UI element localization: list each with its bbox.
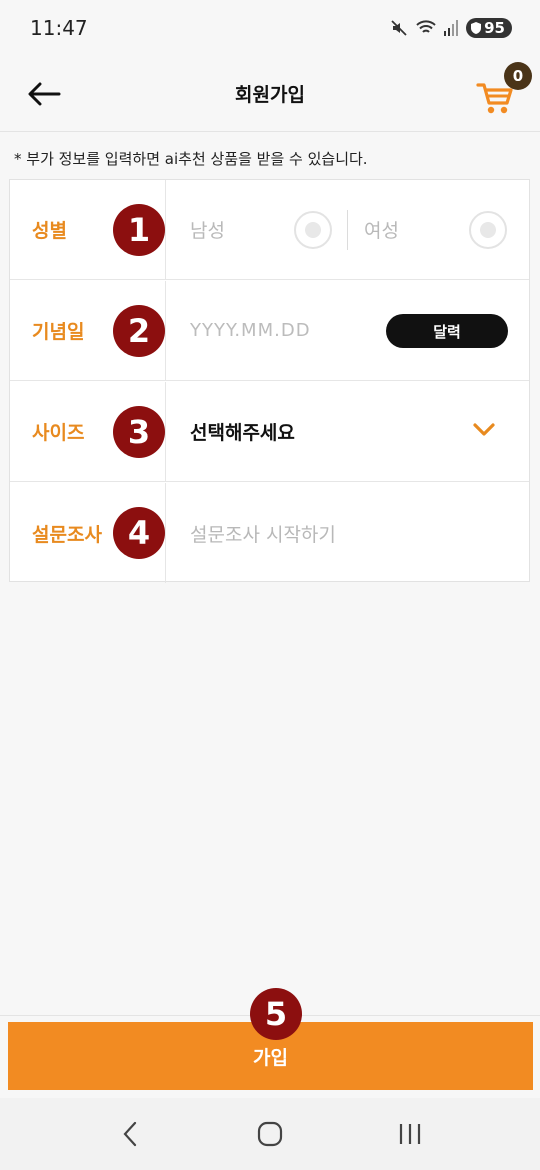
anniversary-row: 기념일 2 YYYY.MM.DD 달력 [10,281,529,381]
size-select[interactable]: 선택해주세요 [190,382,295,481]
step-badge-4: 4 [113,507,165,559]
chevron-down-icon[interactable] [472,421,496,437]
gender-female-radio[interactable] [469,211,507,249]
status-bar: 11:47 95 [0,0,540,56]
status-time: 11:47 [30,16,88,40]
step-badge-1: 1 [113,204,165,256]
calendar-button[interactable]: 달력 [386,314,508,348]
step-badge-3: 3 [113,406,165,458]
gender-male-radio[interactable] [294,211,332,249]
back-button[interactable] [24,74,64,114]
size-row[interactable]: 사이즈 3 선택해주세요 [10,382,529,482]
shield-icon [471,22,482,34]
app-header: 회원가입 0 [0,56,540,132]
nav-back-button[interactable] [100,1104,160,1164]
step-badge-2: 2 [113,305,165,357]
cart-button[interactable]: 0 [476,62,536,126]
mute-icon [390,19,408,37]
back-arrow-icon [28,82,61,106]
wifi-icon [416,20,436,36]
signup-form: 성별 1 남성 여성 기념일 2 YYYY.MM.DD 달력 사이즈 3 선택해… [9,179,530,583]
nav-home-button[interactable] [240,1104,300,1164]
gender-male-label: 남성 [190,220,225,242]
nav-home-icon [257,1121,283,1147]
status-icons: 95 [390,18,512,38]
gender-row: 성별 1 남성 여성 [10,180,529,280]
gender-female-label: 여성 [364,220,399,242]
nav-recents-icon [399,1124,421,1144]
signal-icon [444,20,459,36]
gender-divider [347,210,348,250]
nav-back-icon [123,1121,137,1147]
page-title: 회원가입 [235,84,305,106]
battery-level: 95 [484,19,505,37]
battery-indicator: 95 [466,18,512,38]
survey-start-link[interactable]: 설문조사 시작하기 [190,483,336,583]
step-badge-5: 5 [250,988,302,1040]
nav-recents-button[interactable] [380,1104,440,1164]
info-notice: * 부가 정보를 입력하면 ai추천 상품을 받을 수 있습니다. [14,150,368,168]
cart-count-badge: 0 [504,62,532,90]
anniversary-date-input[interactable]: YYYY.MM.DD [190,281,311,380]
system-nav-bar [0,1098,540,1170]
survey-row[interactable]: 설문조사 4 설문조사 시작하기 [10,483,529,583]
